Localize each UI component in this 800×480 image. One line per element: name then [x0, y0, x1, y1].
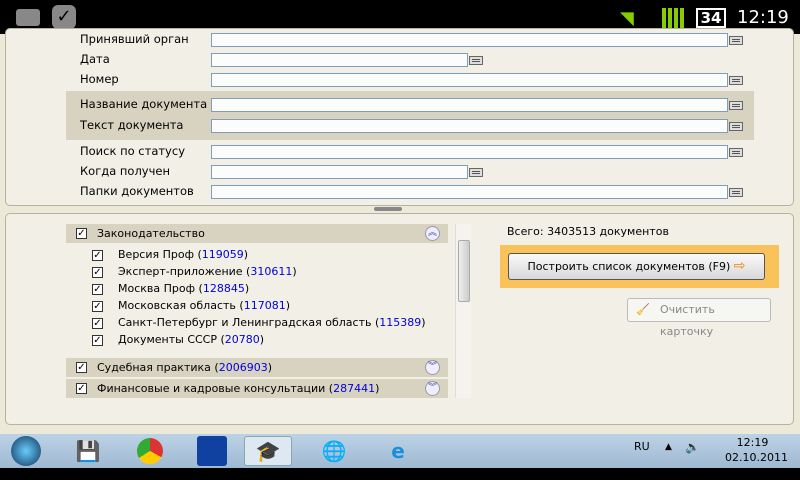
consultant-app-icon[interactable]: 🎓: [244, 436, 292, 466]
checkbox[interactable]: ✓: [92, 284, 103, 295]
field-label: Принявший орган: [80, 32, 189, 46]
field-label: Номер: [80, 72, 119, 86]
checkbox[interactable]: ✓: [92, 335, 103, 346]
field-label: Поиск по статусу: [80, 144, 185, 158]
broom-icon: 🧹: [636, 303, 650, 316]
picker-icon[interactable]: [469, 56, 483, 65]
language-indicator[interactable]: RU: [634, 440, 650, 453]
field-label: Когда получен: [80, 164, 170, 178]
field-input[interactable]: [211, 165, 468, 179]
field-input[interactable]: [211, 185, 728, 199]
checkbox[interactable]: ✓: [92, 301, 103, 312]
battery-icon: 34: [696, 8, 726, 28]
list-item[interactable]: Москва Проф (128845): [118, 282, 249, 295]
list-item[interactable]: Документы СССР (20780): [118, 333, 264, 346]
clear-card-button[interactable]: 🧹 Очистить карточку: [627, 298, 771, 338]
arrow-right-icon: ⇨: [733, 258, 746, 274]
checkbox[interactable]: ✓: [92, 318, 103, 329]
picker-icon[interactable]: [469, 168, 483, 177]
checkbox[interactable]: ✓: [92, 267, 103, 278]
status-time: 12:19: [737, 7, 789, 28]
scrollbar[interactable]: [455, 224, 471, 398]
splitter-handle[interactable]: [374, 207, 402, 211]
globe-app-icon[interactable]: 🌐: [310, 436, 358, 466]
chrome-icon[interactable]: [126, 436, 174, 466]
app-window: Принявший орган Дата Номер Название доку…: [0, 28, 800, 434]
tray-expand-icon[interactable]: ▲: [665, 442, 672, 452]
section-legislation[interactable]: ✓ Законодательство ︽: [66, 224, 448, 243]
signal-icon: [662, 8, 684, 28]
field-input[interactable]: [211, 119, 728, 133]
section-label: Законодательство: [97, 227, 205, 240]
total-count: Всего: 3403513 документов: [507, 225, 669, 238]
ie-icon[interactable]: e: [374, 436, 422, 466]
list-item[interactable]: Московская область (117081): [118, 299, 290, 312]
field-input[interactable]: [211, 73, 728, 87]
scrollbar-thumb[interactable]: [458, 240, 470, 302]
list-item[interactable]: Санкт-Петербург и Ленинградская область …: [118, 316, 426, 329]
field-input[interactable]: [211, 33, 728, 47]
field-label: Название документа: [80, 97, 208, 111]
checkbox[interactable]: ✓: [76, 228, 87, 239]
build-button-highlight: Построить список документов (F9) ⇨: [500, 245, 779, 288]
picker-icon[interactable]: [729, 188, 743, 197]
expand-icon[interactable]: ︾: [425, 381, 440, 396]
checkbox[interactable]: ✓: [76, 362, 87, 373]
section-label: Судебная практика (2006903): [97, 361, 272, 374]
check-icon: ✓: [52, 5, 76, 29]
sections-panel: ✓ Законодательство ︽ ✓ Версия Проф (1190…: [5, 213, 794, 425]
collapse-icon[interactable]: ︽: [425, 226, 440, 241]
save-app-icon[interactable]: 💾: [64, 436, 112, 466]
field-input[interactable]: [211, 145, 728, 159]
section-finance[interactable]: ✓ Финансовые и кадровые консультации (28…: [66, 379, 448, 398]
start-button[interactable]: [4, 436, 48, 466]
picker-icon[interactable]: [729, 36, 743, 45]
picker-icon[interactable]: [729, 148, 743, 157]
field-label: Текст документа: [80, 118, 184, 132]
list-item[interactable]: Версия Проф (119059): [118, 248, 248, 261]
checkbox[interactable]: ✓: [76, 383, 87, 394]
volume-icon[interactable]: 🔈: [685, 440, 700, 454]
field-label: Дата: [80, 52, 110, 66]
wifi-icon: ◥: [620, 8, 634, 29]
camera-icon: [16, 9, 40, 26]
field-label: Папки документов: [80, 184, 194, 198]
clock[interactable]: 12:19 02.10.2011: [725, 435, 788, 465]
checkbox[interactable]: ✓: [92, 250, 103, 261]
section-label: Финансовые и кадровые консультации (2874…: [97, 382, 380, 395]
build-list-button[interactable]: Построить список документов (F9) ⇨: [508, 253, 765, 280]
list-item[interactable]: Эксперт-приложение (310611): [118, 265, 297, 278]
search-card-panel: Принявший орган Дата Номер Название доку…: [5, 28, 794, 206]
section-court[interactable]: ✓ Судебная практика (2006903) ︾: [66, 358, 448, 377]
expand-icon[interactable]: ︾: [425, 360, 440, 375]
field-input[interactable]: [211, 98, 728, 112]
picker-icon[interactable]: [729, 122, 743, 131]
picker-icon[interactable]: [729, 101, 743, 110]
app-icon-blue[interactable]: [188, 436, 236, 466]
field-input[interactable]: [211, 53, 468, 67]
windows-taskbar: 💾 🎓 🌐 e RU ▲ 🔈 12:19 02.10.2011: [0, 434, 800, 468]
picker-icon[interactable]: [729, 76, 743, 85]
